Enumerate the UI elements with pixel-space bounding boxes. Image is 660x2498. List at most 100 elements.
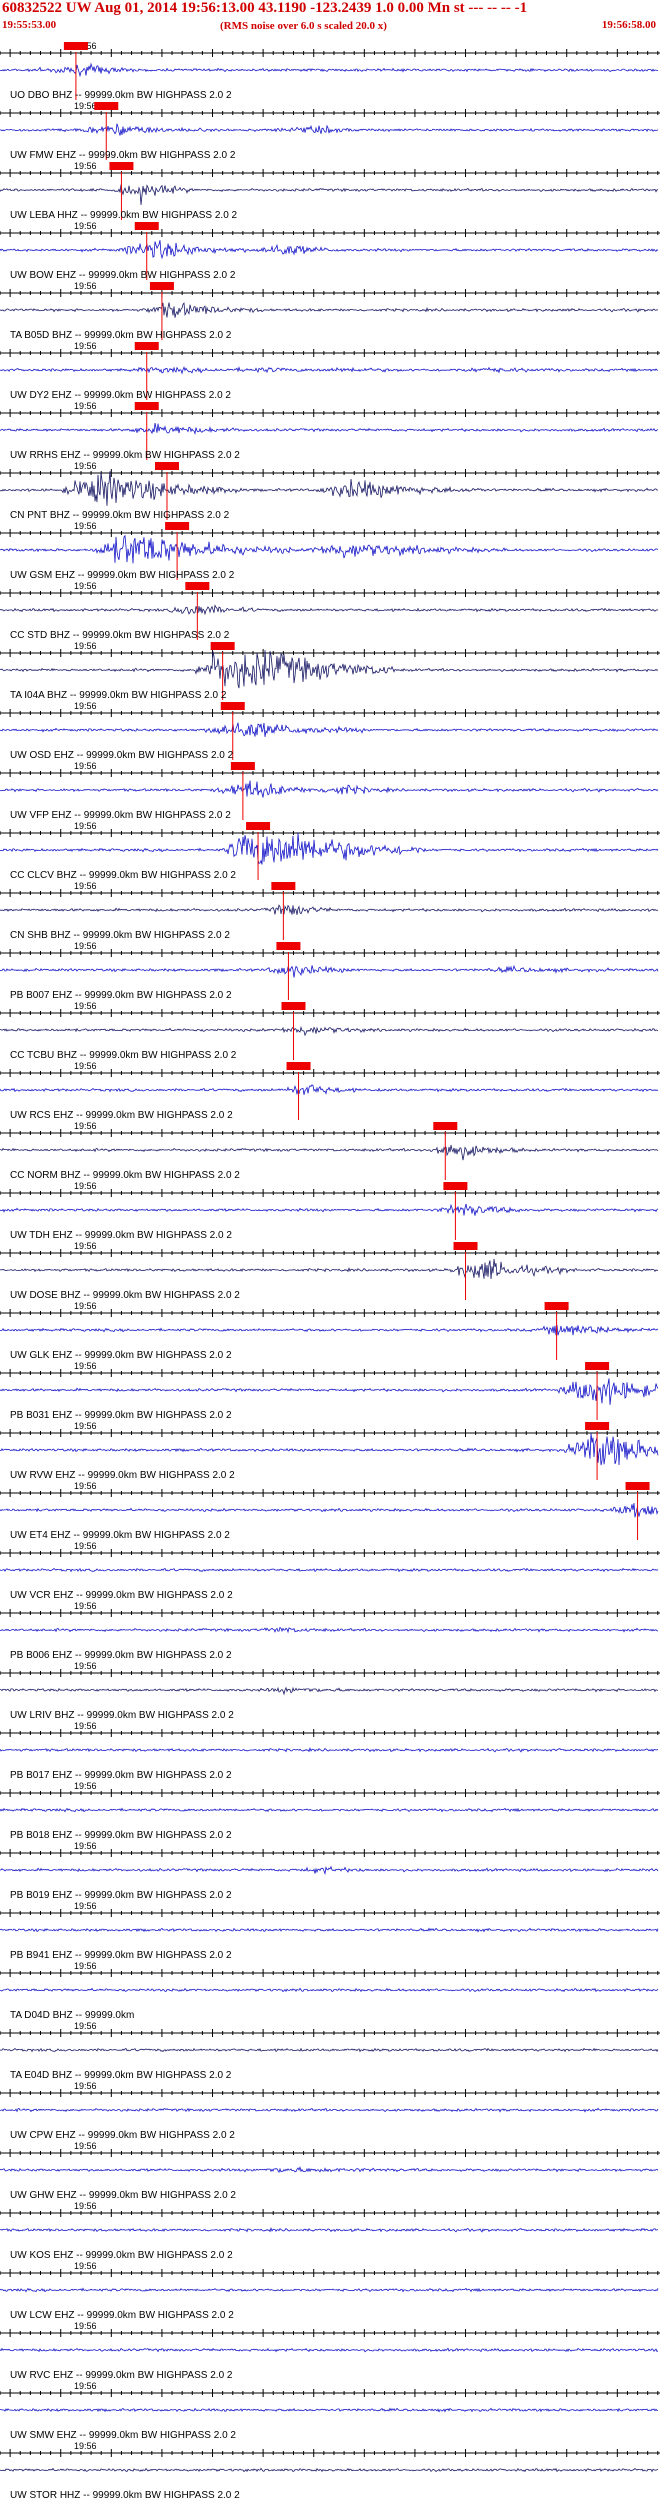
channel-label: TA E04D BHZ -- 99999.0km BW HIGHPASS 2.0… <box>10 2070 232 2081</box>
tick-label: 19:56 <box>74 2081 97 2091</box>
channel-label: UW TDH EHZ -- 99999.0km BW HIGHPASS 2.0 … <box>10 1230 232 1241</box>
phase-pick-flag <box>585 1422 610 1430</box>
channel-label: UW GHW EHZ -- 99999.0km BW HIGHPASS 2.0 … <box>10 2190 236 2201</box>
phase-pick-flag <box>544 1302 569 1310</box>
waveform-trace <box>0 534 659 564</box>
waveform-trace <box>0 240 659 260</box>
waveform-trace <box>0 2287 659 2293</box>
channel-label: PB B941 EHZ -- 99999.0km BW HIGHPASS 2.0… <box>10 1950 232 1961</box>
phase-pick-flag <box>433 1122 458 1130</box>
tick-label: 19:56 <box>74 821 97 831</box>
channel-label: UW VFP EHZ -- 99999.0km BW HIGHPASS 2.0 … <box>10 810 231 821</box>
tick-label: 19:56 <box>74 881 97 891</box>
channel-label: UW BOW EHZ -- 99999.0km BW HIGHPASS 2.0 … <box>10 270 236 281</box>
channel-label: TA B05D BHZ -- 99999.0km BW HIGHPASS 2.0… <box>10 330 232 341</box>
tick-label: 19:56 <box>74 2381 97 2391</box>
channel-label: UW LCW EHZ -- 99999.0km BW HIGHPASS 2.0 … <box>10 2310 234 2321</box>
tick-label: 19:56 <box>74 1721 97 1731</box>
phase-pick-flag <box>220 702 245 710</box>
waveform-trace <box>0 833 659 865</box>
tick-label: 19:56 <box>74 221 97 231</box>
waveform-trace <box>0 1626 659 1634</box>
tick-label: 19:56 <box>74 521 97 531</box>
channel-label: PB B018 EHZ -- 99999.0km BW HIGHPASS 2.0… <box>10 1830 232 1841</box>
channel-label: UW DOSE BHZ -- 99999.0km BW HIGHPASS 2.0… <box>10 1290 240 1301</box>
tick-label: 19:56 <box>74 161 97 171</box>
channel-label: UW RVC EHZ -- 99999.0km BW HIGHPASS 2.0 … <box>10 2370 233 2381</box>
phase-pick-flag <box>154 462 179 470</box>
tick-label: 19:56 <box>74 1181 97 1191</box>
waveform-trace <box>0 2047 659 2053</box>
tick-label: 19:56 <box>74 701 97 711</box>
channel-label: CC NORM BHZ -- 99999.0km BW HIGHPASS 2.0… <box>10 1170 240 1181</box>
waveform-trace <box>0 1865 659 1876</box>
waveform-trace <box>0 2107 659 2113</box>
waveform-trace <box>0 1433 659 1466</box>
phase-pick-flag <box>443 1182 468 1190</box>
tick-label: 19:56 <box>74 1421 97 1431</box>
waveform-trace <box>0 1807 659 1813</box>
phase-pick-flag <box>210 642 235 650</box>
waveform-trace <box>0 1686 659 1696</box>
phase-pick-flag <box>185 582 210 590</box>
phase-pick-flag <box>134 222 159 230</box>
phase-pick-flag <box>281 1002 306 1010</box>
channel-label: UW RCS EHZ -- 99999.0km BW HIGHPASS 2.0 … <box>10 1110 233 1121</box>
phase-pick-flag <box>625 1482 650 1490</box>
phase-pick-flag <box>230 762 255 770</box>
channel-label: UW GLK EHZ -- 99999.0km BW HIGHPASS 2.0 … <box>10 1350 232 1361</box>
phase-pick-flag <box>585 1362 610 1370</box>
channel-label: UW DY2 EHZ -- 99999.0km BW HIGHPASS 2.0 … <box>10 390 231 401</box>
tick-label: 19:56 <box>74 641 97 651</box>
tick-label: 19:56 <box>74 2141 97 2151</box>
waveform-trace <box>0 722 659 737</box>
waveform-trace <box>0 1025 659 1037</box>
phase-pick-flag <box>94 102 119 110</box>
waveform-trace <box>0 1203 659 1216</box>
waveform-trace <box>0 423 659 436</box>
channel-label: PB B007 EHZ -- 99999.0km BW HIGHPASS 2.0… <box>10 990 232 1001</box>
waveform-trace <box>0 1927 659 1933</box>
channel-label: UW STOR HHZ -- 99999.0km BW HIGHPASS 2.0… <box>10 2490 240 2498</box>
phase-pick-flag <box>109 162 134 170</box>
channel-label: CC STD BHZ -- 99999.0km BW HIGHPASS 2.0 … <box>10 630 230 641</box>
waveform-trace <box>0 471 659 506</box>
waveform-trace <box>0 2347 659 2353</box>
tick-label: 19:56 <box>74 1061 97 1071</box>
channel-label: PB B019 EHZ -- 99999.0km BW HIGHPASS 2.0… <box>10 1890 232 1901</box>
channel-label: UW GSM EHZ -- 99999.0km BW HIGHPASS 2.0 … <box>10 570 235 581</box>
tick-label: 19:56 <box>74 581 97 591</box>
waveform-trace <box>0 1987 659 1993</box>
waveform-trace <box>0 1325 659 1336</box>
channel-label: CC CLCV BHZ -- 99999.0km BW HIGHPASS 2.0… <box>10 870 236 881</box>
channel-label: UW LRIV BHZ -- 99999.0km BW HIGHPASS 2.0… <box>10 1710 234 1721</box>
waveform-trace <box>0 780 659 798</box>
phase-pick-flag <box>134 402 159 410</box>
waveform-trace <box>0 366 659 375</box>
waveform-trace <box>0 184 658 205</box>
waveform-trace <box>0 1746 659 1753</box>
channel-label: UW RVW EHZ -- 99999.0km BW HIGHPASS 2.0 … <box>10 1470 235 1481</box>
tick-label: 19:56 <box>74 1481 97 1491</box>
waveform-trace <box>0 964 659 978</box>
waveform-trace <box>0 1144 659 1161</box>
phase-pick-flag <box>165 522 190 530</box>
waveform-trace <box>0 650 659 689</box>
tick-label: 19:56 <box>74 1961 97 1971</box>
channel-label: PB B017 EHZ -- 99999.0km BW HIGHPASS 2.0… <box>10 1770 232 1781</box>
tick-label: 19:56 <box>74 1601 97 1611</box>
tick-label: 19:56 <box>74 1301 97 1311</box>
tick-label: 19:56 <box>74 2261 97 2271</box>
waveform-trace <box>0 604 659 616</box>
channel-label: UW CPW EHZ -- 99999.0km BW HIGHPASS 2.0 … <box>10 2130 235 2141</box>
phase-pick-flag <box>271 882 296 890</box>
channel-label: UO DBO BHZ -- 99999.0km BW HIGHPASS 2.0 … <box>10 90 232 101</box>
tick-label: 19:56 <box>74 2201 97 2211</box>
waveform-trace <box>0 2165 659 2174</box>
waveform-trace <box>0 1378 659 1405</box>
waveform-trace <box>0 2226 659 2233</box>
phase-pick-flag <box>286 1062 311 1070</box>
channel-label: UW SMW EHZ -- 99999.0km BW HIGHPASS 2.0 … <box>10 2430 236 2441</box>
tick-label: 19:56 <box>74 1121 97 1131</box>
tick-label: 19:56 <box>74 761 97 771</box>
